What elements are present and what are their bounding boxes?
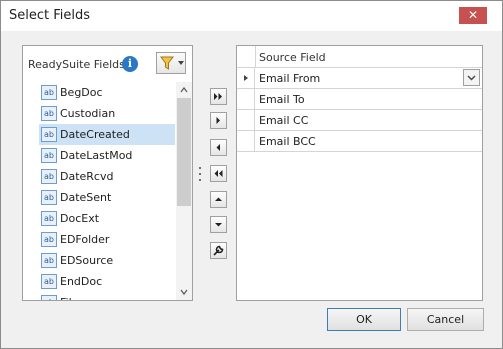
- dialog-title: Select Fields: [9, 8, 91, 23]
- source-field-cell[interactable]: Email BCC: [259, 135, 316, 148]
- add-button[interactable]: [210, 112, 227, 129]
- text-field-icon: ab: [41, 169, 57, 184]
- wrench-icon: [213, 245, 224, 256]
- row-indicator[interactable]: [237, 68, 255, 88]
- list-item-label: Filename: [60, 296, 110, 300]
- source-field-cell[interactable]: Email From: [259, 72, 320, 85]
- close-button[interactable]: ✕: [459, 7, 487, 24]
- list-item[interactable]: ab Custodian: [39, 103, 175, 124]
- table-row[interactable]: Email To: [237, 89, 482, 110]
- select-fields-dialog: Select Fields ✕ ReadySuite Fields i ab Be…: [0, 0, 503, 349]
- grid-header: Source Field: [237, 46, 482, 68]
- text-field-icon: ab: [41, 232, 57, 247]
- double-left-arrow-icon: [214, 170, 223, 177]
- right-arrow-icon: [216, 117, 220, 124]
- ok-button[interactable]: OK: [327, 308, 401, 331]
- selected-fields-grid: Source Field Email From Email To Email CC E…: [236, 45, 483, 301]
- list-item[interactable]: ab DateCreated: [39, 124, 175, 145]
- list-item[interactable]: ab BegDoc: [39, 82, 175, 103]
- remove-button[interactable]: [210, 139, 227, 156]
- list-item[interactable]: ab DateLastMod: [39, 145, 175, 166]
- source-field-dropdown-button[interactable]: [463, 69, 480, 86]
- text-field-icon: ab: [41, 148, 57, 163]
- chevron-down-icon: [178, 61, 184, 65]
- list-item-label: DateCreated: [60, 128, 130, 141]
- up-triangle-icon: [215, 197, 222, 201]
- list-item[interactable]: ab DateRcvd: [39, 166, 175, 187]
- grid-header-divider: [255, 46, 256, 68]
- list-item[interactable]: ab DateSent: [39, 187, 175, 208]
- list-item-label: EDSource: [60, 254, 114, 267]
- table-row[interactable]: Email BCC: [237, 131, 482, 152]
- list-item-label: BegDoc: [60, 86, 103, 99]
- available-fields-panel: ReadySuite Fields i ab BegDoc ab Custodian a…: [22, 45, 193, 301]
- available-fields-header: ReadySuite Fields i: [23, 46, 192, 80]
- row-indicator[interactable]: [237, 131, 255, 151]
- settings-button[interactable]: [210, 242, 227, 259]
- text-field-icon: ab: [41, 85, 57, 100]
- list-item-label: EndDoc: [60, 275, 103, 288]
- available-fields-title: ReadySuite Fields: [28, 58, 125, 71]
- close-icon: ✕: [467, 8, 479, 22]
- filter-funnel-icon: [160, 56, 174, 70]
- list-item-label: Custodian: [60, 107, 116, 120]
- chevron-down-icon: [467, 75, 476, 81]
- info-icon[interactable]: i: [122, 56, 138, 72]
- list-item[interactable]: ab EDFolder: [39, 229, 175, 250]
- scroll-up-icon[interactable]: [180, 86, 188, 94]
- list-item[interactable]: abFilename: [39, 292, 175, 300]
- text-field-icon: ab: [41, 190, 57, 205]
- move-down-button[interactable]: [210, 216, 227, 233]
- source-field-column-header[interactable]: Source Field: [259, 51, 326, 64]
- table-row[interactable]: Email From: [237, 68, 482, 89]
- list-item[interactable]: ab EndDoc: [39, 271, 175, 292]
- current-row-icon: [244, 75, 248, 81]
- double-right-arrow-icon: [214, 93, 222, 100]
- source-field-cell[interactable]: Email To: [259, 93, 305, 106]
- scroll-down-icon[interactable]: [180, 288, 188, 296]
- list-item-label: DateLastMod: [60, 149, 133, 162]
- add-all-button[interactable]: [210, 88, 227, 105]
- left-arrow-icon: [216, 144, 220, 151]
- move-up-button[interactable]: [210, 191, 227, 208]
- available-fields-list: ab BegDoc ab Custodian ab DateCreated ab DateLa…: [39, 82, 175, 300]
- list-item-label: DateSent: [60, 191, 112, 204]
- down-triangle-icon: [215, 223, 222, 227]
- list-item-label: DocExt: [60, 212, 100, 225]
- remove-all-button[interactable]: [210, 165, 227, 182]
- title-bar: Select Fields ✕: [1, 1, 502, 31]
- filter-dropdown-button[interactable]: [156, 52, 186, 74]
- source-field-cell[interactable]: Email CC: [259, 114, 308, 127]
- text-field-icon: ab: [41, 106, 57, 121]
- table-row[interactable]: Email CC: [237, 110, 482, 131]
- text-field-icon: ab: [41, 253, 57, 268]
- info-icon-glyph: i: [127, 57, 133, 70]
- text-field-icon: ab: [41, 127, 57, 142]
- list-item-label: DateRcvd: [60, 170, 114, 183]
- list-item[interactable]: ab EDSource: [39, 250, 175, 271]
- text-field-icon: ab: [41, 295, 57, 300]
- list-item[interactable]: ab DocExt: [39, 208, 175, 229]
- text-field-icon: ab: [41, 274, 57, 289]
- list-scrollbar[interactable]: [176, 82, 192, 300]
- row-indicator[interactable]: [237, 89, 255, 109]
- list-item-label: EDFolder: [60, 233, 110, 246]
- cancel-button[interactable]: Cancel: [407, 308, 484, 331]
- text-field-icon: ab: [41, 211, 57, 226]
- scroll-thumb[interactable]: [177, 98, 191, 206]
- splitter-grip-icon[interactable]: [199, 166, 201, 182]
- row-indicator[interactable]: [237, 110, 255, 130]
